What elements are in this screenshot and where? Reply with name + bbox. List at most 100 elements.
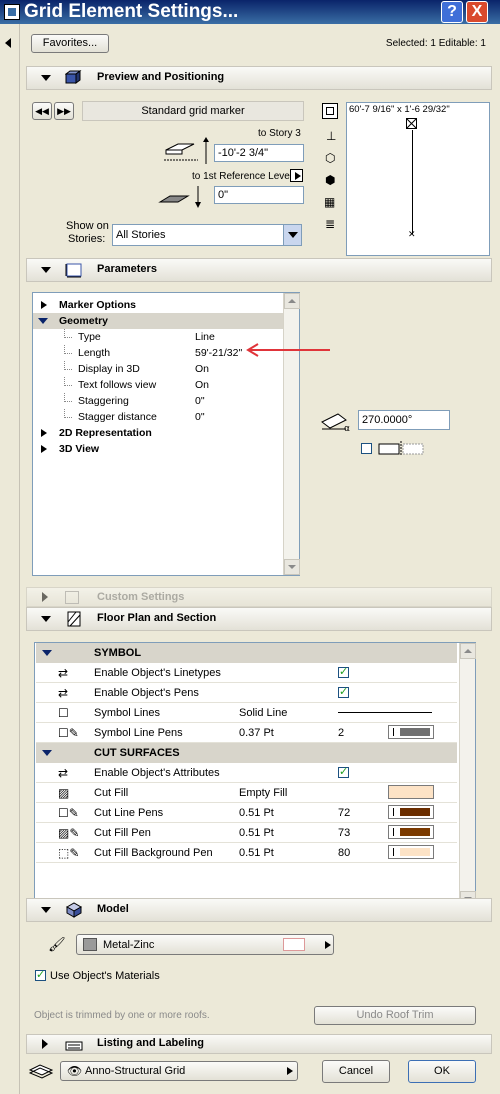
reference-level-dropdown[interactable] <box>290 169 303 182</box>
row-value[interactable]: 0.37 Pt <box>239 727 274 739</box>
tree-row[interactable]: Display in 3D On <box>33 361 283 377</box>
section-expanded-icon[interactable] <box>41 616 51 622</box>
view-mode-plan-button[interactable] <box>322 103 338 119</box>
pen-color-swatch[interactable] <box>388 785 434 799</box>
pen-color-swatch[interactable] <box>388 825 434 839</box>
row-value[interactable]: 0.51 Pt <box>239 847 274 859</box>
collapsed-triangle-icon[interactable] <box>41 301 47 309</box>
section-listing-labeling[interactable]: Listing and Labeling <box>26 1034 492 1054</box>
section-model[interactable]: Model <box>26 898 492 922</box>
expanded-triangle-icon[interactable] <box>42 750 52 756</box>
collapsed-triangle-icon[interactable] <box>41 445 47 453</box>
pen-icon: ☐✎ <box>58 806 79 820</box>
to-story-field[interactable]: -10'-2 3/4" <box>214 144 304 162</box>
stories-select[interactable]: All Stories <box>112 224 302 246</box>
section-parameters[interactable]: Parameters <box>26 258 492 282</box>
symbol-category-row[interactable]: SYMBOL <box>36 643 457 663</box>
undo-roof-trim-button[interactable]: Undo Roof Trim <box>314 1006 476 1025</box>
row-value[interactable]: 0.51 Pt <box>239 807 274 819</box>
tree-row[interactable]: Stagger distance 0" <box>33 409 283 425</box>
row-value[interactable]: Solid Line <box>239 707 287 719</box>
mirror-checkbox[interactable] <box>361 443 372 454</box>
cancel-button[interactable]: Cancel <box>322 1060 390 1083</box>
section-expanded-icon[interactable] <box>41 75 51 81</box>
film-view-icon[interactable]: ▦ <box>324 196 335 208</box>
section-expanded-icon[interactable] <box>41 267 51 273</box>
table-row[interactable]: ⇄ Enable Object's Attributes <box>36 763 457 783</box>
axonometry-view-icon[interactable]: ⬡ <box>325 152 335 164</box>
angle-field[interactable]: 270.0000° <box>358 410 450 430</box>
table-row[interactable]: ☐✎ Cut Line Pens 0.51 Pt 72 <box>36 803 457 823</box>
previous-marker-button[interactable]: ◀◀ <box>32 102 52 120</box>
stories-dropdown-button[interactable] <box>283 225 301 245</box>
table-scrollbar[interactable] <box>459 643 476 907</box>
cut-surfaces-category-row[interactable]: CUT SURFACES <box>36 743 457 763</box>
row-label: Symbol Line Pens <box>94 727 183 739</box>
material-selector[interactable]: Metal-Zinc <box>76 934 334 955</box>
collapse-strip[interactable] <box>0 24 20 1094</box>
table-row[interactable]: ▨✎ Cut Fill Pen 0.51 Pt 73 <box>36 823 457 843</box>
layer-icon <box>28 1064 54 1079</box>
shaded-view-icon[interactable]: ⬢ <box>325 174 335 186</box>
row-value[interactable]: Empty Fill <box>239 787 287 799</box>
tree-row[interactable]: 3D View <box>33 441 283 457</box>
table-row[interactable]: ⬚✎ Cut Fill Background Pen 0.51 Pt 80 <box>36 843 457 863</box>
use-object-materials-label: Use Object's Materials <box>50 970 160 982</box>
pen-color-swatch[interactable] <box>388 845 434 859</box>
link-linetype-icon: ⇄ <box>58 666 69 680</box>
tree-row[interactable]: 2D Representation <box>33 425 283 441</box>
help-button[interactable]: ? <box>441 1 463 23</box>
expanded-triangle-icon[interactable] <box>42 650 52 656</box>
tree-row-value[interactable]: On <box>195 363 209 375</box>
table-row[interactable]: ⇄ Enable Object's Linetypes <box>36 663 457 683</box>
section-collapsed-icon[interactable] <box>42 1039 48 1049</box>
enable-checkbox[interactable] <box>338 765 349 778</box>
favorites-button[interactable]: Favorites... <box>31 34 109 53</box>
list-view-icon[interactable]: ≣ <box>325 218 335 230</box>
scroll-up-button[interactable] <box>284 293 300 309</box>
tree-row-value[interactable]: 59'-21/32" <box>195 347 242 359</box>
tree-row-value[interactable]: 0" <box>195 395 205 407</box>
row-pen-number[interactable]: 73 <box>338 827 350 839</box>
section-preview-positioning[interactable]: Preview and Positioning <box>26 66 492 90</box>
tree-row[interactable]: Marker Options <box>33 297 283 313</box>
tree-row-value[interactable]: Line <box>195 331 215 343</box>
row-pen-number[interactable]: 80 <box>338 847 350 859</box>
table-row[interactable]: ☐✎ Symbol Line Pens 0.37 Pt 2 <box>36 723 457 743</box>
row-value[interactable]: 0.51 Pt <box>239 827 274 839</box>
tree-row-value[interactable]: On <box>195 379 209 391</box>
title-bar[interactable]: Grid Element Settings... ? X <box>0 0 500 24</box>
pen-color-swatch[interactable] <box>388 725 434 739</box>
scroll-up-button[interactable] <box>460 643 476 659</box>
tree-row-value[interactable]: 0" <box>195 411 205 423</box>
collapsed-triangle-icon[interactable] <box>41 429 47 437</box>
close-button[interactable]: X <box>466 1 488 23</box>
pen-color-swatch[interactable] <box>388 805 434 819</box>
scroll-down-button[interactable] <box>284 559 300 575</box>
use-object-materials-checkbox[interactable] <box>35 968 46 981</box>
enable-checkbox[interactable] <box>338 665 349 678</box>
layer-selector[interactable]: 👁 Anno-Structural Grid <box>60 1061 298 1081</box>
table-row[interactable]: ☐ Symbol Lines Solid Line <box>36 703 457 723</box>
row-pen-number[interactable]: 72 <box>338 807 350 819</box>
tree-row[interactable]: Geometry <box>33 313 283 329</box>
section-view-icon[interactable]: ⊥ <box>326 130 336 142</box>
tree-row[interactable]: Staggering 0" <box>33 393 283 409</box>
enable-checkbox[interactable] <box>338 685 349 698</box>
tree-scrollbar[interactable] <box>283 293 300 575</box>
section-custom-settings: Custom Settings <box>26 587 492 607</box>
tree-row[interactable]: Text follows view On <box>33 377 283 393</box>
table-row[interactable]: ▨ Cut Fill Empty Fill <box>36 783 457 803</box>
collapse-arrow-icon[interactable] <box>5 38 11 48</box>
row-label: Cut Fill Pen <box>94 827 151 839</box>
table-row[interactable]: ⇄ Enable Object's Pens <box>36 683 457 703</box>
expanded-triangle-icon[interactable] <box>38 318 48 324</box>
section-floor-plan[interactable]: Floor Plan and Section <box>26 607 492 631</box>
next-marker-button[interactable]: ▶▶ <box>54 102 74 120</box>
stories-value: All Stories <box>116 229 166 241</box>
ok-button[interactable]: OK <box>408 1060 476 1083</box>
row-pen-number[interactable]: 2 <box>338 727 344 739</box>
swatch-tick <box>393 848 394 856</box>
to-reference-field[interactable]: 0" <box>214 186 304 204</box>
section-expanded-icon[interactable] <box>41 907 51 913</box>
